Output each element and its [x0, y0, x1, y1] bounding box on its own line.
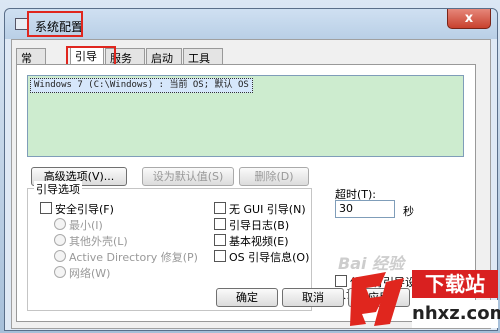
close-button[interactable]: x	[447, 9, 491, 29]
no-gui-boot-checkbox[interactable]: 无 GUI 引导(N)	[214, 201, 306, 217]
delete-button[interactable]: 删除(D)	[239, 167, 309, 186]
checkbox-icon	[214, 202, 226, 214]
safe-boot-checkbox[interactable]: 安全引导(F)	[40, 201, 114, 217]
radio-minimal[interactable]: 最小(I)	[54, 217, 103, 233]
set-default-button[interactable]: 设为默认值(S)	[142, 167, 234, 186]
radio-active-directory-repair[interactable]: Active Directory 修复(P)	[54, 249, 198, 265]
radio-network[interactable]: 网络(W)	[54, 265, 110, 281]
radio-icon	[54, 234, 66, 246]
download-site-logo-icon	[350, 272, 404, 326]
timeout-unit: 秒	[403, 205, 414, 218]
boot-os-list[interactable]: Windows 7 (C:\Windows) : 当前 OS; 默认 OS	[27, 75, 464, 157]
radio-icon	[54, 218, 66, 230]
tab-tools[interactable]: 工具	[183, 48, 223, 65]
os-boot-info-checkbox[interactable]: OS 引导信息(O)	[214, 249, 309, 265]
tab-startup[interactable]: 启动	[146, 48, 182, 65]
ok-button[interactable]: 确定	[216, 288, 278, 307]
base-video-checkbox[interactable]: 基本视频(E)	[214, 233, 289, 249]
badge-url: nhxz.com	[412, 300, 500, 328]
boot-options-title: 引导选项	[34, 181, 82, 197]
checkbox-icon	[214, 234, 226, 246]
title-highlight-box	[27, 11, 83, 37]
download-site-badge: 下载站 nhxz.com	[412, 270, 500, 331]
checkbox-icon	[214, 218, 226, 230]
cancel-button[interactable]: 取消	[282, 288, 344, 307]
tab-general[interactable]: 常规	[16, 48, 46, 81]
checkbox-icon	[214, 250, 226, 262]
radio-icon	[54, 250, 66, 262]
badge-title: 下载站	[412, 270, 498, 298]
list-item[interactable]: Windows 7 (C:\Windows) : 当前 OS; 默认 OS	[30, 78, 253, 93]
radio-icon	[54, 266, 66, 278]
checkbox-icon	[40, 202, 52, 214]
radio-alternate-shell[interactable]: 其他外壳(L)	[54, 233, 128, 249]
boot-log-checkbox[interactable]: 引导日志(B)	[214, 217, 289, 233]
title-bar[interactable]: 系统配置 x	[5, 9, 497, 39]
timeout-input[interactable]: 30	[335, 200, 395, 218]
